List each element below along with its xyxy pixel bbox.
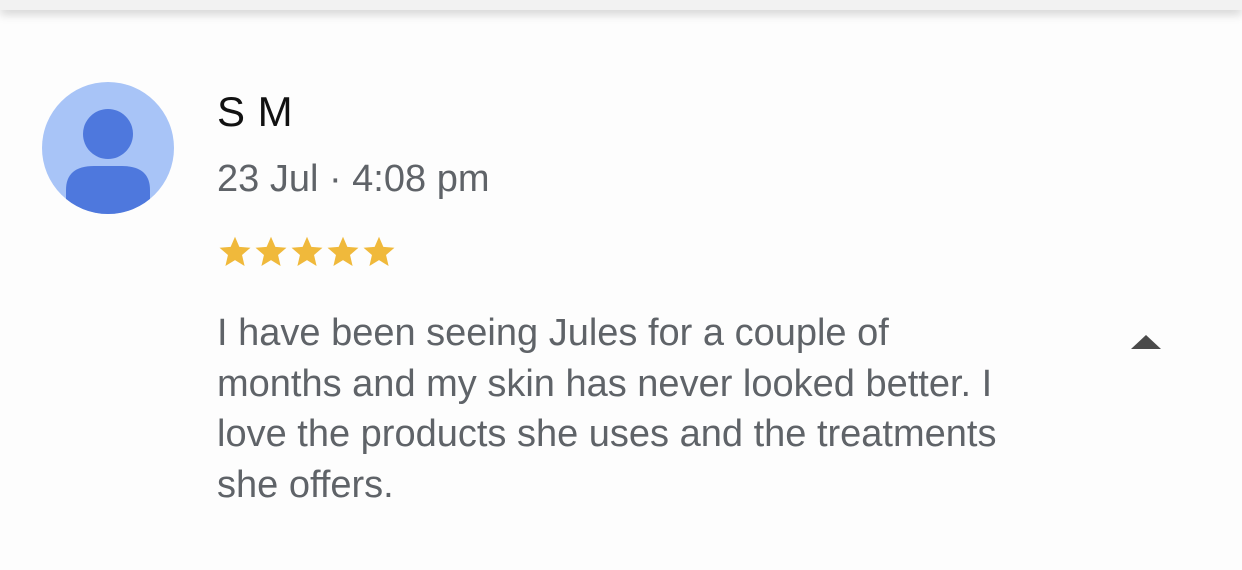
review-text: I have been seeing Jules for a couple of… <box>217 312 997 506</box>
star-rating <box>217 234 397 274</box>
star-filled-icon <box>291 236 323 266</box>
person-icon <box>66 109 150 214</box>
star-filled-icon <box>363 236 395 266</box>
star-filled-icon <box>219 236 251 266</box>
chevron-up-icon <box>1131 335 1161 349</box>
review-timestamp: 23 Jul · 4:08 pm <box>217 158 490 200</box>
review-card: S M 23 Jul · 4:08 pm I have been seeing … <box>0 0 1242 570</box>
reviewer-name: S M <box>217 88 294 135</box>
star-filled-icon <box>255 236 287 266</box>
review-page: S M 23 Jul · 4:08 pm I have been seeing … <box>0 0 1242 570</box>
collapse-review-button[interactable] <box>1122 326 1170 358</box>
avatar <box>42 82 174 214</box>
star-filled-icon <box>327 236 359 266</box>
